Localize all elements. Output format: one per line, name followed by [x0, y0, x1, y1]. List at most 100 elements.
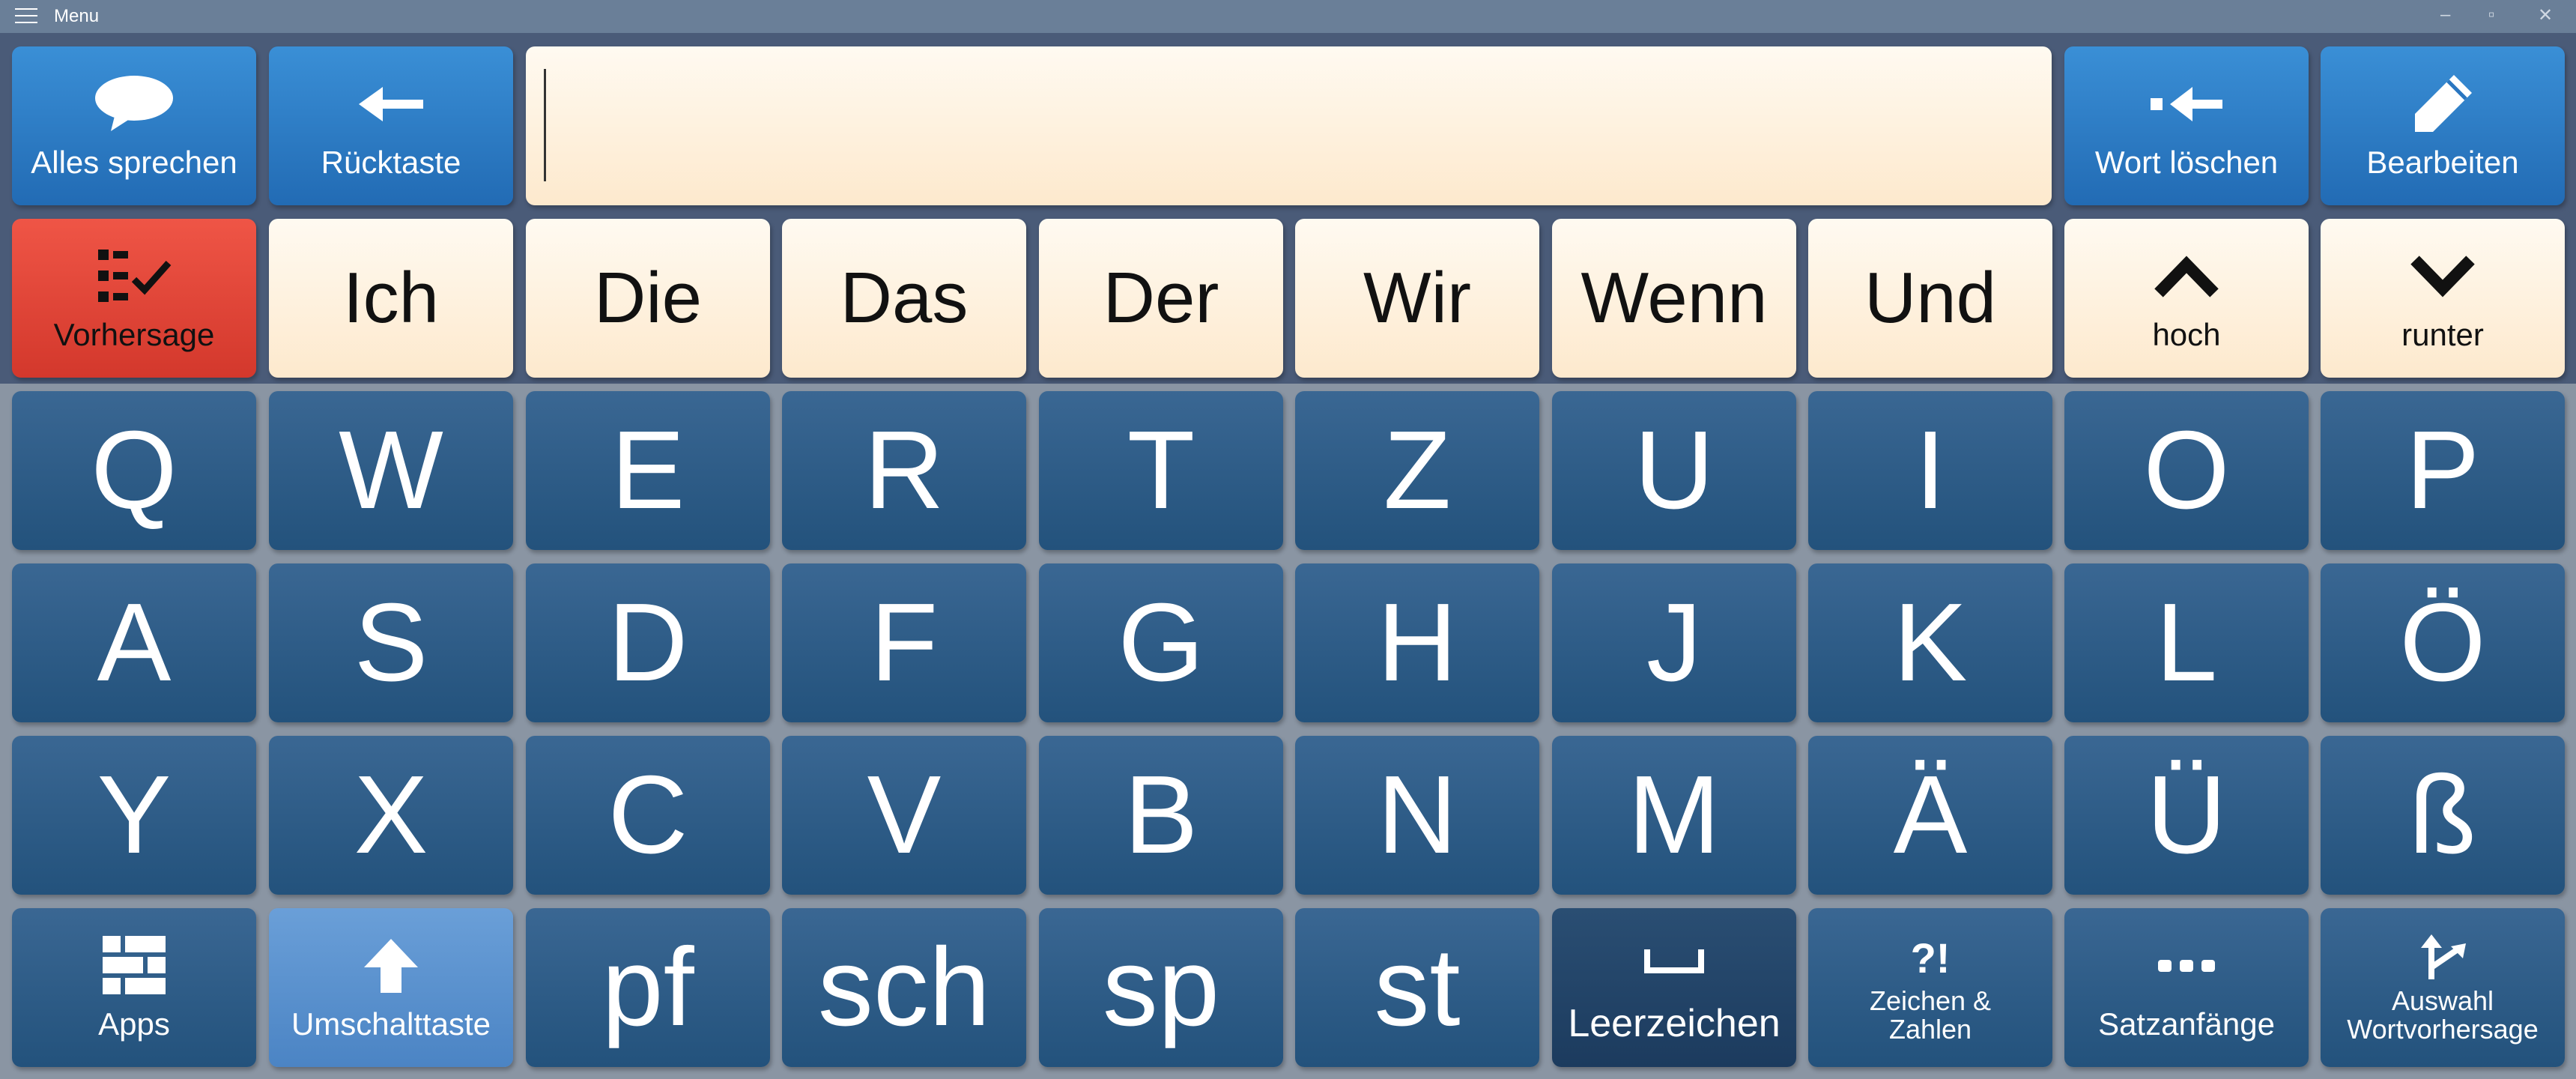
prediction-word-3[interactable]: Das: [782, 219, 1026, 378]
title-bar: Menu – ▫ ✕: [0, 0, 2576, 33]
scroll-up-button[interactable]: hoch: [2064, 219, 2309, 378]
key-t[interactable]: T: [1039, 391, 1283, 550]
prediction-word-label: Und: [1864, 258, 1997, 338]
key-f[interactable]: F: [782, 563, 1026, 722]
key-u[interactable]: U: [1552, 391, 1796, 550]
word-prediction-selection-button[interactable]: Auswahl Wortvorhersage: [2321, 908, 2565, 1067]
key-label: sp: [1102, 925, 1220, 1049]
key-m[interactable]: M: [1552, 736, 1796, 895]
key-label: P: [2405, 408, 2480, 532]
delete-word-button[interactable]: Wort löschen: [2064, 46, 2309, 205]
edit-button[interactable]: Bearbeiten: [2321, 46, 2565, 205]
key-p[interactable]: P: [2321, 391, 2565, 550]
key-label: L: [2155, 581, 2218, 704]
speak-all-label: Alles sprechen: [31, 144, 237, 180]
key-label: D: [607, 581, 688, 704]
punctuation-icon: ?!: [1911, 931, 1951, 984]
key-sp[interactable]: sp: [1039, 908, 1283, 1067]
key-e[interactable]: E: [526, 391, 770, 550]
sentence-starters-label: Satzanfänge: [2098, 1006, 2275, 1042]
arrow-up-icon: [363, 934, 419, 998]
key-l[interactable]: L: [2064, 563, 2309, 722]
key-r[interactable]: R: [782, 391, 1026, 550]
key-label: T: [1127, 408, 1195, 532]
key-i[interactable]: I: [1808, 391, 2052, 550]
key-o-umlaut[interactable]: Ö: [2321, 563, 2565, 722]
key-label: Z: [1383, 408, 1452, 532]
minimize-button[interactable]: –: [2440, 4, 2450, 25]
key-w[interactable]: W: [269, 391, 513, 550]
key-o[interactable]: O: [2064, 391, 2309, 550]
key-x[interactable]: X: [269, 736, 513, 895]
prediction-word-4[interactable]: Der: [1039, 219, 1283, 378]
key-label: V: [867, 753, 942, 877]
backspace-button[interactable]: Rücktaste: [269, 46, 513, 205]
key-label: N: [1377, 753, 1458, 877]
key-label: Y: [97, 753, 172, 877]
key-y[interactable]: Y: [12, 736, 256, 895]
key-label: G: [1118, 581, 1204, 704]
close-button[interactable]: ✕: [2538, 4, 2553, 26]
key-label: Ö: [2399, 581, 2486, 704]
backspace-label: Rücktaste: [321, 144, 461, 180]
key-eszett[interactable]: ß: [2321, 736, 2565, 895]
key-h[interactable]: H: [1295, 563, 1539, 722]
key-b[interactable]: B: [1039, 736, 1283, 895]
prediction-word-label: Wir: [1363, 258, 1471, 338]
key-c[interactable]: C: [526, 736, 770, 895]
key-label: Ü: [2146, 753, 2227, 877]
shift-label: Umschalttaste: [291, 1006, 491, 1042]
key-pf[interactable]: pf: [526, 908, 770, 1067]
delete-word-icon: [2149, 72, 2224, 136]
key-v[interactable]: V: [782, 736, 1026, 895]
symbols-label-line1: Zeichen &: [1869, 985, 1992, 1017]
text-caret: [544, 69, 546, 181]
space-button[interactable]: Leerzeichen: [1552, 908, 1796, 1067]
prediction-word-label: Der: [1103, 258, 1219, 338]
key-label: K: [1893, 581, 1968, 704]
key-g[interactable]: G: [1039, 563, 1283, 722]
key-label: Ä: [1893, 753, 1968, 877]
speech-bubble-icon: [93, 72, 175, 136]
key-s[interactable]: S: [269, 563, 513, 722]
key-j[interactable]: J: [1552, 563, 1796, 722]
shift-button[interactable]: Umschalttaste: [269, 908, 513, 1067]
key-label: R: [864, 408, 945, 532]
key-label: S: [354, 581, 428, 704]
message-text-field[interactable]: [526, 46, 2052, 205]
maximize-button[interactable]: ▫: [2488, 4, 2495, 25]
symbols-numbers-button[interactable]: ?! Zeichen & Zahlen: [1808, 908, 2052, 1067]
key-n[interactable]: N: [1295, 736, 1539, 895]
sentence-starters-button[interactable]: Satzanfänge: [2064, 908, 2309, 1067]
chevron-up-icon: [2153, 244, 2220, 309]
scroll-down-button[interactable]: runter: [2321, 219, 2565, 378]
key-a-umlaut[interactable]: Ä: [1808, 736, 2052, 895]
apps-label: Apps: [98, 1006, 170, 1042]
punctuation-icon-label: ?!: [1910, 934, 1951, 982]
key-d[interactable]: D: [526, 563, 770, 722]
prediction-word-7[interactable]: Und: [1808, 219, 2052, 378]
scroll-up-label: hoch: [2152, 316, 2221, 352]
checklist-icon: [97, 244, 172, 309]
key-st[interactable]: st: [1295, 908, 1539, 1067]
key-label: pf: [601, 925, 694, 1049]
prediction-word-1[interactable]: Ich: [269, 219, 513, 378]
prediction-toggle-button[interactable]: Vorhersage: [12, 219, 256, 378]
key-k[interactable]: K: [1808, 563, 2052, 722]
key-label: J: [1646, 581, 1702, 704]
prediction-word-5[interactable]: Wir: [1295, 219, 1539, 378]
symbols-label-line2: Zahlen: [1888, 1014, 1972, 1045]
key-sch[interactable]: sch: [782, 908, 1026, 1067]
key-z[interactable]: Z: [1295, 391, 1539, 550]
prediction-toggle-label: Vorhersage: [53, 316, 215, 352]
prediction-word-2[interactable]: Die: [526, 219, 770, 378]
key-q[interactable]: Q: [12, 391, 256, 550]
speak-all-button[interactable]: Alles sprechen: [12, 46, 256, 205]
apps-button[interactable]: Apps: [12, 908, 256, 1067]
scroll-down-label: runter: [2401, 316, 2484, 352]
key-a[interactable]: A: [12, 563, 256, 722]
key-u-umlaut[interactable]: Ü: [2064, 736, 2309, 895]
prediction-word-6[interactable]: Wenn: [1552, 219, 1796, 378]
hamburger-menu-icon[interactable]: [15, 8, 37, 25]
key-label: I: [1915, 408, 1946, 532]
